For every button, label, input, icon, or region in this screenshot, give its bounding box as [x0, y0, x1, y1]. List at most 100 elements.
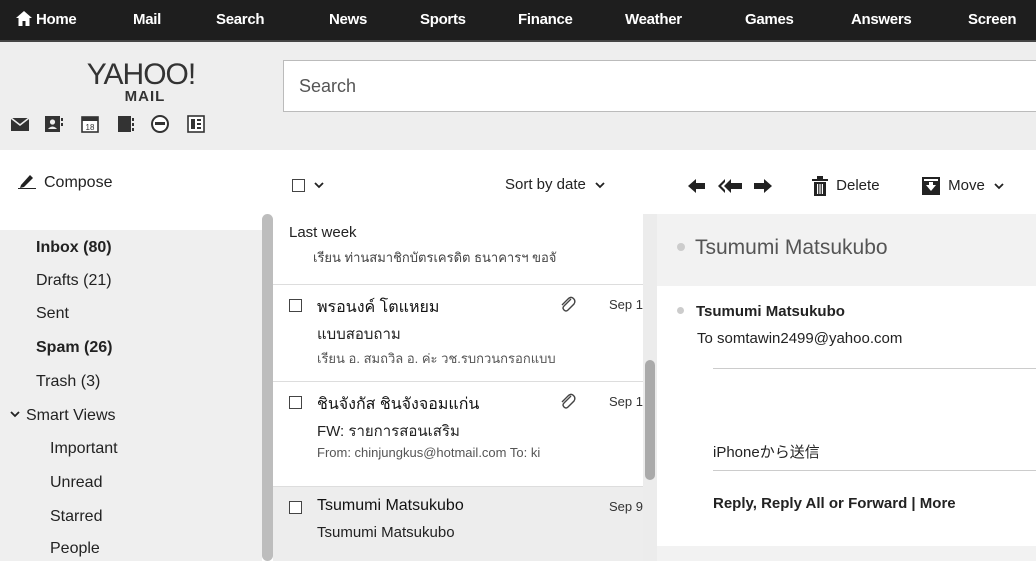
nav-finance[interactable]: Finance	[518, 0, 573, 42]
select-all-checkbox[interactable]	[292, 179, 305, 193]
delete-label: Delete	[836, 177, 880, 194]
smart-view-unread[interactable]: Unread	[50, 474, 102, 492]
message-subject: FW: รายการสอนเสริม	[317, 423, 460, 440]
sort-by-dropdown[interactable]: Sort by date	[505, 176, 605, 193]
status-dot	[677, 307, 684, 315]
message-snippet[interactable]: เรียน ท่านสมาชิกบัตรเครดิต ธนาคารฯ ขอจั	[313, 247, 556, 268]
message-sender[interactable]: Tsumumi Matsukubo	[677, 303, 845, 320]
message-snippet: เรียน อ. สมถวิล อ. ค่ะ วช.รบกวนกรอกแบบ	[317, 351, 556, 366]
newsfeed-icon[interactable]	[186, 114, 206, 134]
folder-sidebar: Inbox (80) Drafts (21) Sent Spam (26) Tr…	[0, 230, 262, 561]
message-row[interactable]: พรอนงค์ โตแหยม Sep 10 แบบสอบถาม เรียน อ.…	[273, 284, 643, 381]
conversation-title: Tsumumi Matsukubo	[677, 236, 888, 260]
nav-screen[interactable]: Screen	[968, 0, 1017, 42]
smart-views-toggle[interactable]: Smart Views	[10, 407, 116, 425]
nav-home[interactable]: Home	[16, 0, 77, 42]
smart-views-label: Smart Views	[26, 407, 116, 424]
sender-name: Tsumumi Matsukubo	[696, 303, 845, 320]
nav-mail[interactable]: Mail	[133, 0, 161, 42]
or-text: or	[828, 495, 844, 512]
compose-button[interactable]: Compose	[18, 174, 112, 192]
move-to-folder-icon	[922, 177, 940, 196]
move-button[interactable]: Move	[922, 174, 1004, 198]
message-list-scrollbar[interactable]	[643, 214, 657, 561]
message-subject: แบบสอบถาม	[317, 326, 401, 343]
select-all-dropdown[interactable]	[292, 177, 325, 195]
nav-weather[interactable]: Weather	[625, 0, 682, 42]
yahoo-mail-logo[interactable]: YAHOO! MAIL	[56, 58, 226, 105]
forward-icon	[754, 179, 772, 194]
message-card: Tsumumi Matsukubo To somtawin2499@yahoo.…	[657, 286, 1036, 546]
separator: |	[911, 495, 916, 512]
sort-by-label: Sort by date	[505, 176, 586, 193]
recipient-line: To somtawin2499@yahoo.com	[697, 330, 903, 347]
message-checkbox[interactable]	[289, 396, 302, 409]
more-link[interactable]: More	[920, 495, 956, 512]
reply-link[interactable]: Reply	[713, 495, 753, 512]
nav-news[interactable]: News	[329, 0, 367, 42]
message-row[interactable]: ชินจังกัส ชินจังจอมแก่น Sep 10 FW: รายกา…	[273, 381, 643, 486]
message-snippet: From: chinjungkus@hotmail.com To: ki	[317, 445, 541, 460]
divider	[713, 470, 1036, 471]
folder-spam[interactable]: Spam (26)	[36, 339, 112, 357]
top-navigation-bar: Home Mail Search News Sports Finance Wea…	[0, 0, 1036, 42]
reply-links: Reply, Reply All or Forward | More	[713, 495, 956, 512]
nav-search[interactable]: Search	[216, 0, 265, 42]
contacts-icon[interactable]	[44, 114, 64, 134]
paperclip-icon	[561, 296, 576, 312]
sidebar-scrollbar[interactable]	[262, 214, 273, 561]
message-body: iPhoneから送信	[713, 444, 820, 461]
forward-button[interactable]	[752, 174, 772, 198]
move-label: Move	[948, 177, 985, 194]
folder-trash[interactable]: Trash (3)	[36, 373, 100, 391]
reply-button[interactable]	[688, 174, 708, 198]
message-sender: ชินจังกัส ชินจังจอมแก่น	[317, 396, 480, 413]
calendar-day: 18	[86, 123, 95, 132]
chevron-down-icon	[314, 182, 325, 189]
message-checkbox[interactable]	[289, 501, 302, 514]
smart-view-important[interactable]: Important	[50, 440, 118, 458]
chevron-down-icon	[595, 181, 605, 188]
paperclip-icon	[561, 393, 576, 409]
divider	[713, 368, 1036, 369]
reply-all-button[interactable]	[718, 174, 744, 198]
nav-home-label: Home	[36, 11, 77, 28]
search-input[interactable]	[284, 61, 1036, 111]
smart-view-people[interactable]: People	[50, 540, 100, 558]
nav-games[interactable]: Games	[745, 0, 794, 42]
message-subject: Tsumumi Matsukubo	[317, 524, 455, 541]
search-box[interactable]	[283, 60, 1036, 112]
smart-view-starred[interactable]: Starred	[50, 508, 102, 526]
message-row-selected[interactable]: Tsumumi Matsukubo Sep 9 Tsumumi Matsukub…	[273, 486, 643, 561]
message-sender: พรอนงค์ โตแหยม	[317, 299, 440, 316]
trash-icon	[812, 176, 828, 197]
reply-all-link[interactable]: Reply All	[761, 495, 825, 512]
folder-inbox[interactable]: Inbox (80)	[36, 239, 112, 257]
status-dot	[677, 242, 685, 251]
group-header: Last week	[289, 224, 357, 241]
nav-answers[interactable]: Answers	[851, 0, 912, 42]
message-date: Sep 9	[609, 499, 643, 514]
logo-subtitle: MAIL	[124, 88, 166, 105]
mail-header: YAHOO! MAIL 18	[0, 42, 1036, 150]
nav-sports[interactable]: Sports	[420, 0, 466, 42]
folder-drafts[interactable]: Drafts (21)	[36, 272, 112, 290]
delete-button[interactable]: Delete	[812, 174, 880, 198]
messenger-icon[interactable]	[150, 114, 170, 134]
message-checkbox[interactable]	[289, 299, 302, 312]
reply-icon	[688, 179, 705, 194]
pencil-icon	[18, 174, 36, 190]
message-list: Last week เรียน ท่านสมาชิกบัตรเครดิต ธนา…	[273, 214, 643, 561]
mail-icon[interactable]	[10, 114, 30, 134]
message-sender: Tsumumi Matsukubo	[317, 497, 464, 514]
folder-sent[interactable]: Sent	[36, 305, 69, 323]
forward-link[interactable]: Forward	[848, 495, 907, 512]
calendar-icon[interactable]: 18	[80, 114, 100, 134]
chevron-down-icon	[10, 411, 20, 418]
logo-wordmark: YAHOO!	[86, 58, 196, 91]
notepad-icon[interactable]	[116, 114, 136, 134]
reading-pane: Tsumumi Matsukubo Tsumumi Matsukubo To s…	[657, 214, 1036, 561]
compose-label: Compose	[44, 174, 113, 191]
home-icon	[16, 11, 32, 27]
scrollbar-thumb[interactable]	[645, 360, 655, 480]
